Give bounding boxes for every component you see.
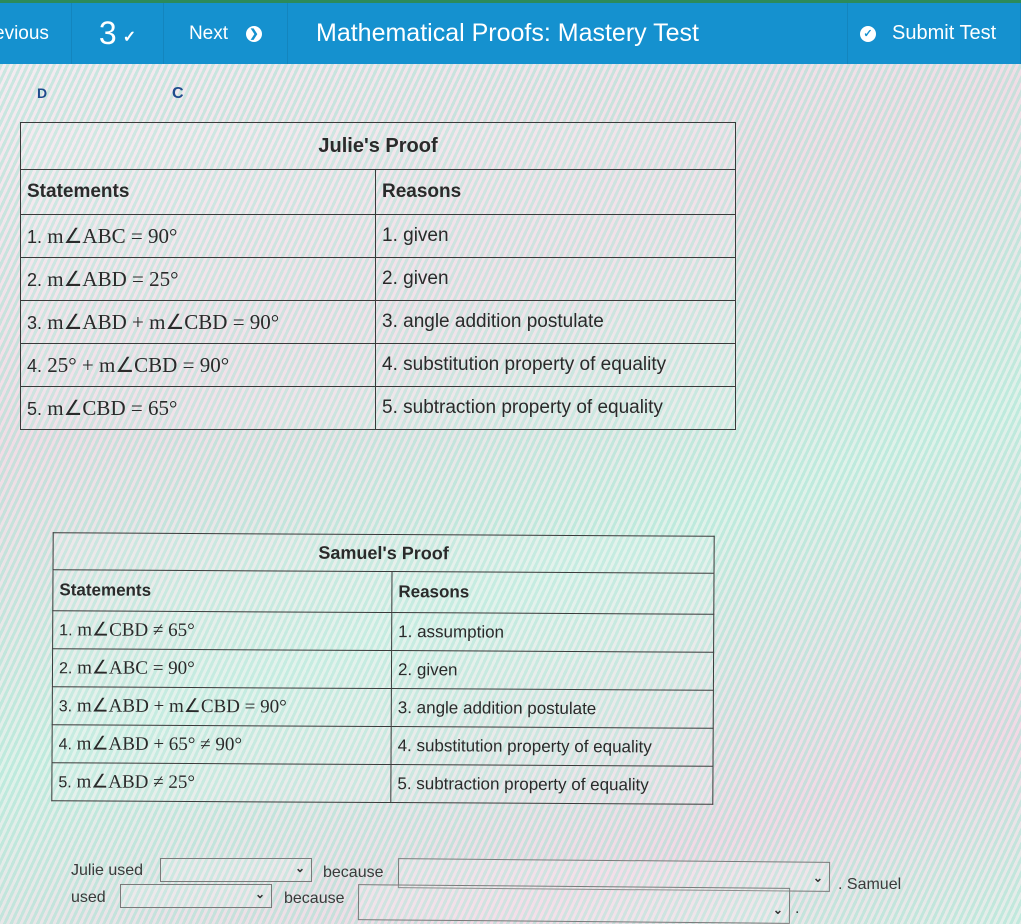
statement-cell: 3. m∠ABD + m∠CBD = 90° [52,686,392,727]
samuel-method-dropdown[interactable]: ⌄ [120,884,272,908]
step-number: 2. [58,660,73,678]
next-label: Next [188,22,229,44]
table-row: 4. m∠ABD + 65° ≠ 90° 4. substitution pro… [52,724,714,767]
reason-cell: 1. assumption [391,612,714,653]
samuel-reason-dropdown[interactable]: ⌄ [357,884,791,924]
samuel-proof-caption: Samuel's Proof [53,532,715,574]
reason-cell: 3. angle addition postulate [391,688,714,729]
submit-test-label: Submit Test [892,22,997,44]
question-number-dropdown[interactable]: 3 ✓ [72,3,164,64]
reason-cell: 2. given [391,650,714,691]
statement-text: m∠CBD ≠ 65° [77,619,195,642]
statement-text: m∠ABD + 65° ≠ 90° [76,733,243,756]
step-number: 5. [27,398,43,419]
step-number: 3. [58,698,73,716]
next-button[interactable]: Next ❯ [164,3,288,64]
statement-cell: 4. m∠ABD + 65° ≠ 90° [52,724,392,765]
stray-mark-d: D [37,85,48,101]
step-number: 4. [27,355,43,376]
statement-cell: 5. m∠ABD ≠ 25° [51,762,391,803]
chevron-down-icon: ⌄ [294,861,305,875]
submit-test-button[interactable]: ✓ Submit Test [860,3,1021,64]
statement-cell: 1. m∠ABC = 90° [20,214,376,258]
check-circle-icon: ✓ [860,25,876,42]
reason-cell: 3. angle addition postulate [375,300,736,344]
test-title: Mathematical Proofs: Mastery Test [288,3,848,64]
statement-cell: 5. m∠CBD = 65° [20,386,376,430]
step-number: 3. [27,312,43,333]
statement-text: m∠ABC = 90° [77,657,195,680]
statement-text: m∠ABD ≠ 25° [76,771,196,794]
arrow-right-circle-icon: ❯ [246,25,263,42]
samuel-label: . Samuel [838,876,902,893]
julie-reasons-header: Reasons [375,169,736,215]
table-row: 2. m∠ABD = 25° 2. given [20,257,736,301]
top-navigation-bar: evious 3 ✓ Next ❯ Mathematical Proofs: M… [0,0,1021,64]
samuel-reasons-header: Reasons [391,571,715,615]
reason-cell: 4. substitution property of equality [375,343,736,387]
statement-cell: 2. m∠ABD = 25° [20,257,376,301]
statement-cell: 4. 25° + m∠CBD = 90° [20,343,376,387]
step-number: 4. [58,736,72,754]
statement-cell: 1. m∠CBD ≠ 65° [52,610,392,651]
chevron-down-icon: ⌄ [812,870,824,885]
statement-cell: 3. m∠ABD + m∠CBD = 90° [20,300,376,344]
samuel-statements-header: Statements [52,569,393,613]
reason-cell: 1. given [375,214,736,258]
reason-cell: 4. substitution property of equality [390,726,714,767]
reason-cell: 5. subtraction property of equality [390,764,713,805]
chevron-down-icon: ⌄ [254,887,265,901]
table-row: 5. m∠ABD ≠ 25° 5. subtraction property o… [51,762,713,805]
julie-proof-caption: Julie's Proof [20,122,736,170]
table-row: 2. m∠ABC = 90° 2. given [52,648,714,691]
statement-cell: 2. m∠ABC = 90° [52,648,392,689]
reason-cell: 2. given [375,257,736,301]
table-row: 3. m∠ABD + m∠CBD = 90° 3. angle addition… [52,686,714,729]
statement-text: m∠ABD + m∠CBD = 90° [47,309,280,334]
stray-mark-c: C [172,85,184,102]
because-label-1: because [323,864,384,881]
table-row: 4. 25° + m∠CBD = 90° 4. substitution pro… [20,343,736,387]
step-number: 1. [27,226,43,247]
period: . [795,900,800,917]
julie-statements-header: Statements [20,169,376,215]
question-number: 3 [98,15,117,51]
julie-proof-table: Julie's Proof Statements Reasons 1. m∠AB… [20,122,736,430]
statement-text: 25° + m∠CBD = 90° [47,352,230,377]
previous-label: evious [0,22,49,44]
samuel-proof-table: Samuel's Proof Statements Reasons 1. m∠C… [51,532,715,805]
table-row: 1. m∠CBD ≠ 65° 1. assumption [52,610,714,653]
statement-text: m∠ABD = 25° [47,266,179,291]
because-label-2: because [284,890,345,907]
statement-text: m∠ABD + m∠CBD = 90° [76,695,287,718]
chevron-down-icon: ✓ [122,28,137,46]
previous-button[interactable]: evious [0,3,72,64]
step-number: 2. [27,269,43,290]
table-row: 3. m∠ABD + m∠CBD = 90° 3. angle addition… [20,300,736,344]
reason-cell: 5. subtraction property of equality [375,386,736,430]
statement-text: m∠ABC = 90° [47,223,178,248]
step-number: 5. [58,774,72,792]
test-title-text: Mathematical Proofs: Mastery Test [316,19,700,47]
chevron-down-icon: ⌄ [772,902,784,917]
used-label: used [71,889,106,906]
table-row: 5. m∠CBD = 65° 5. subtraction property o… [20,386,736,430]
statement-text: m∠CBD = 65° [47,395,178,420]
julie-method-dropdown[interactable]: ⌄ [160,858,312,882]
julie-used-label: Julie used [71,862,144,879]
table-row: 1. m∠ABC = 90° 1. given [20,214,736,258]
step-number: 1. [59,622,73,640]
